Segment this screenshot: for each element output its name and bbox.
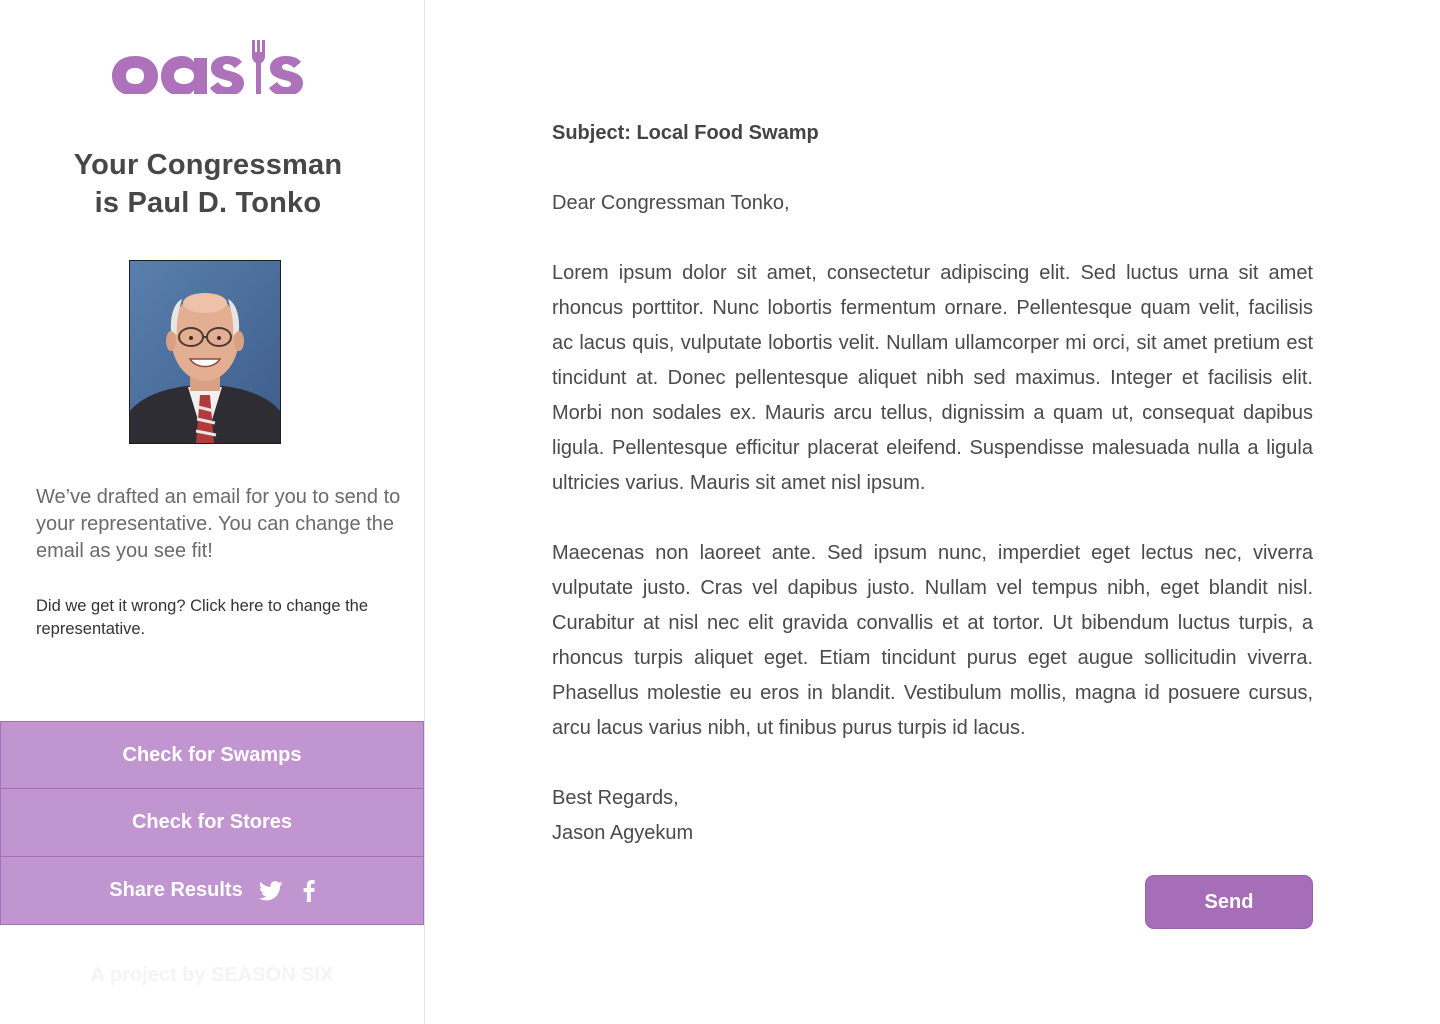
facebook-icon[interactable] (303, 879, 315, 902)
share-icons (258, 879, 315, 902)
email-signoff[interactable]: Best Regards, Jason Agyekum (552, 781, 693, 851)
check-for-stores-button[interactable]: Check for Stores (0, 789, 424, 857)
representative-title: Your Congressman is Paul D. Tonko (0, 146, 416, 222)
change-representative-link[interactable]: Did we get it wrong? Click here to chang… (36, 595, 381, 641)
representative-title-line-2: is Paul D. Tonko (94, 187, 322, 219)
representative-title-line-1: Your Congressman (73, 149, 343, 181)
check-for-stores-label: Check for Stores (131, 811, 293, 833)
email-paragraph-2[interactable]: Maecenas non laoreet ante. Sed ipsum nun… (552, 536, 1313, 746)
drafted-email-note: We’ve drafted an email for you to send t… (36, 486, 401, 562)
congressman-photo (129, 260, 281, 444)
share-results-button[interactable]: Share Results (0, 857, 424, 925)
sidebar-nav: Check for Swamps Check for Stores Share … (0, 721, 424, 925)
check-for-swamps-button[interactable]: Check for Swamps (0, 721, 424, 789)
check-for-swamps-label: Check for Swamps (122, 743, 302, 766)
twitter-icon[interactable] (258, 880, 283, 901)
congressman-portrait-icon (130, 261, 280, 443)
send-button[interactable]: Send (1145, 875, 1313, 929)
email-subject[interactable]: Subject: Local Food Swamp (552, 119, 1313, 147)
footer-credit: A project by SEASON SIX (90, 964, 334, 986)
email-sender-name: Jason Agyekum (552, 822, 694, 844)
page: Your Congressman is Paul D. Tonko We’ve … (0, 0, 1440, 1024)
oasis-logo[interactable] (0, 26, 424, 94)
email-paragraph-1[interactable]: Lorem ipsum dolor sit amet, consectetur … (552, 256, 1313, 501)
share-results-label: Share Results (109, 879, 243, 901)
sidebar: Your Congressman is Paul D. Tonko We’ve … (0, 0, 425, 1024)
email-closing: Best Regards, (552, 787, 679, 809)
oasis-logo-icon (112, 40, 303, 94)
email-greeting[interactable]: Dear Congressman Tonko, (552, 189, 790, 217)
